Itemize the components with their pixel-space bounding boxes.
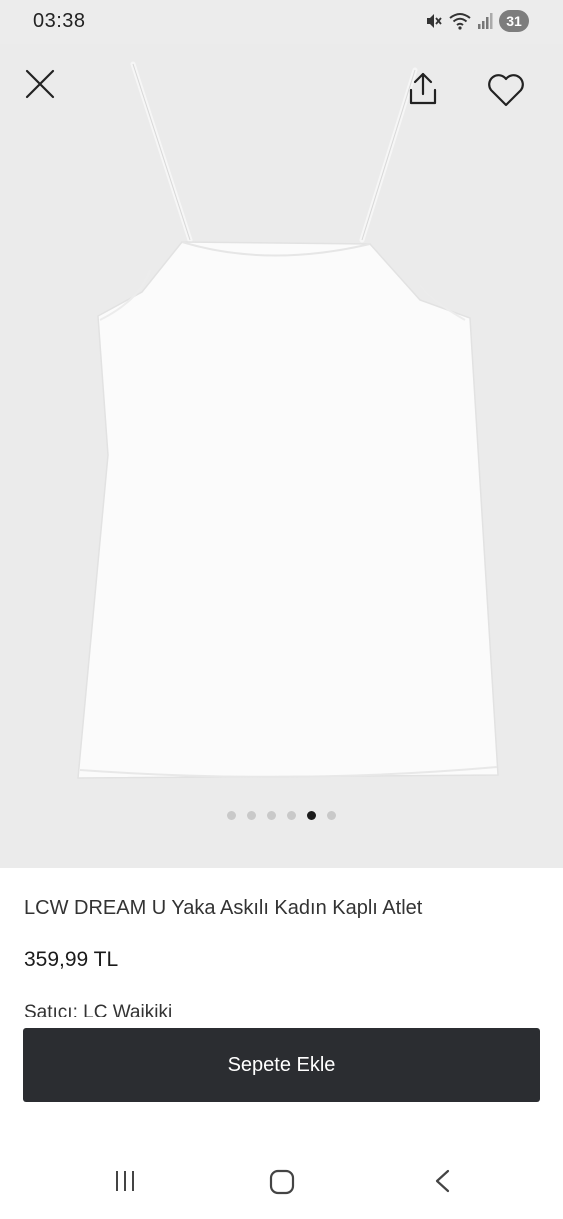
pagination-dot[interactable] xyxy=(287,811,296,820)
favorite-button[interactable] xyxy=(485,70,527,110)
back-icon xyxy=(430,1169,456,1197)
close-button[interactable] xyxy=(22,66,58,102)
home-icon xyxy=(268,1169,296,1199)
seller-info[interactable]: Satıcı: LC Waikiki xyxy=(24,1002,172,1017)
product-image xyxy=(0,0,563,868)
pagination-dot[interactable] xyxy=(247,811,256,820)
product-image-gallery[interactable] xyxy=(0,0,563,868)
status-bar: 03:38 31 xyxy=(0,0,563,44)
close-icon xyxy=(22,69,58,105)
pagination-dot[interactable] xyxy=(327,811,336,820)
system-navigation-bar xyxy=(0,1150,563,1219)
heart-icon xyxy=(485,74,527,113)
seller-name[interactable]: LC Waikiki xyxy=(83,1002,172,1017)
recent-apps-button[interactable] xyxy=(112,1168,138,1197)
status-time: 03:38 xyxy=(33,10,86,32)
recent-apps-icon xyxy=(112,1171,138,1197)
signal-icon xyxy=(477,12,493,30)
home-button[interactable] xyxy=(268,1168,296,1199)
battery-icon: 31 xyxy=(499,10,529,32)
back-button[interactable] xyxy=(430,1168,456,1197)
image-pagination xyxy=(0,811,563,820)
product-price: 359,99 TL xyxy=(24,948,119,971)
pagination-dot[interactable] xyxy=(267,811,276,820)
seller-label: Satıcı: xyxy=(24,1002,78,1017)
pagination-dot[interactable] xyxy=(307,811,316,820)
add-to-cart-button[interactable]: Sepete Ekle xyxy=(23,1028,540,1102)
share-button[interactable] xyxy=(402,68,444,110)
status-icons: 31 xyxy=(425,10,529,32)
share-icon xyxy=(402,72,444,113)
mute-icon xyxy=(425,12,443,30)
product-title: LCW DREAM U Yaka Askılı Kadın Kaplı Atle… xyxy=(24,897,423,919)
wifi-icon xyxy=(449,12,471,30)
pagination-dot[interactable] xyxy=(227,811,236,820)
